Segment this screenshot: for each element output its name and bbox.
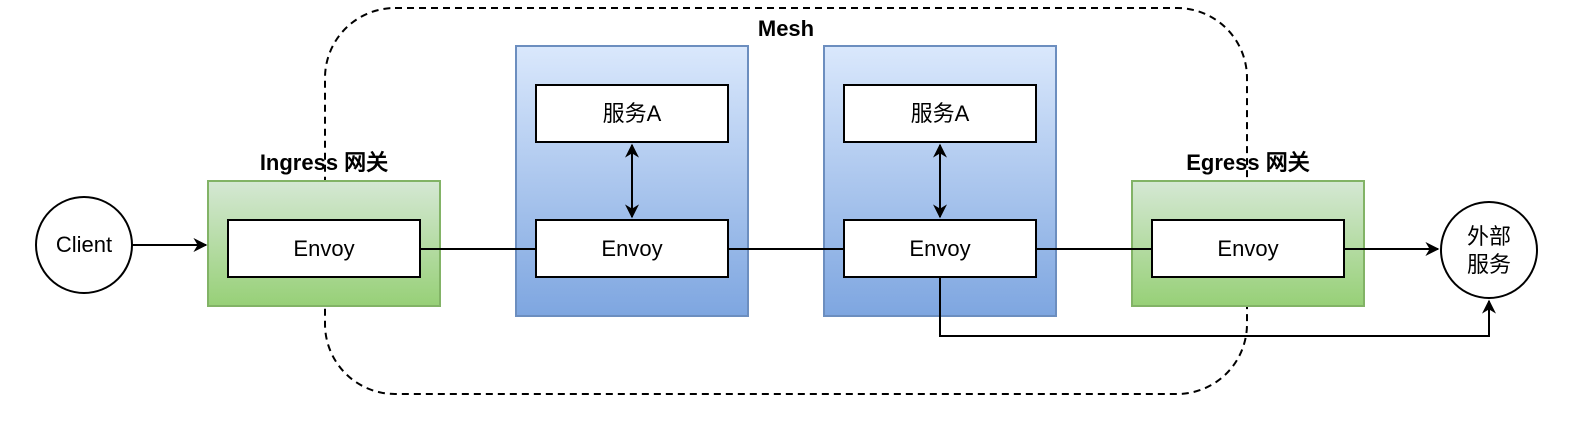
diagram-canvas: Mesh Ingress 网关 Envoy 服务A Envoy 服务A Envo…: [0, 0, 1596, 424]
external-service-node: [1440, 201, 1538, 299]
architecture-diagram: Mesh Ingress 网关 Envoy 服务A Envoy 服务A Envo…: [35, 7, 1538, 395]
external-service-label-line1: 外部: [1467, 224, 1511, 249]
mesh-label: Mesh: [758, 16, 814, 41]
service-pod-2-envoy-label: Envoy: [909, 236, 970, 261]
egress-envoy-label: Envoy: [1217, 236, 1278, 261]
egress-gateway-label: Egress 网关: [1186, 150, 1310, 175]
client-label: Client: [56, 232, 112, 257]
service-pod-1-envoy-label: Envoy: [601, 236, 662, 261]
service-pod-2-app-label: 服务A: [911, 101, 970, 126]
ingress-envoy-label: Envoy: [293, 236, 354, 261]
external-service-label-line2: 服务: [1467, 252, 1511, 277]
service-pod-1-app-label: 服务A: [603, 101, 662, 126]
ingress-gateway-label: Ingress 网关: [260, 150, 388, 175]
